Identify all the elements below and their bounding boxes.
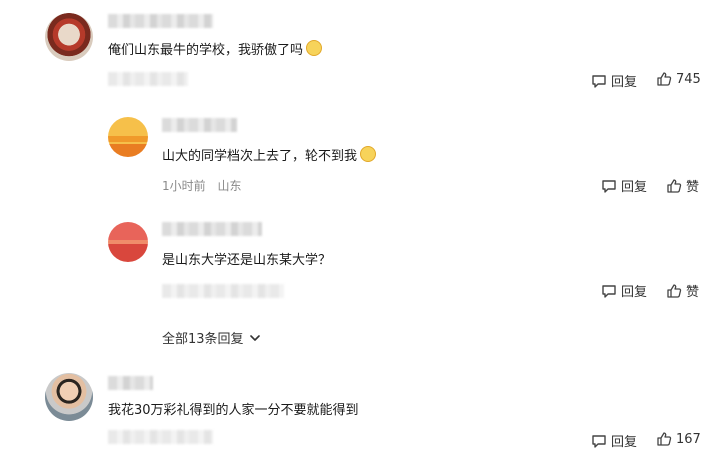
reply-label: 回复	[621, 285, 648, 300]
avatar[interactable]	[45, 373, 93, 421]
reply-label: 回复	[611, 75, 638, 90]
like-count: 167	[676, 431, 701, 447]
avatar[interactable]	[108, 117, 148, 157]
reply-button[interactable]: 回复	[591, 71, 637, 90]
comment-icon	[602, 179, 616, 193]
hidden-meta-blurred	[108, 72, 188, 86]
reply-label: 回复	[621, 180, 648, 195]
username-blurred[interactable]	[162, 222, 262, 236]
thumbs-up-icon	[667, 283, 682, 298]
comment-icon	[592, 434, 606, 448]
location: 山东	[217, 179, 242, 193]
expand-replies-button[interactable]: 全部13条回复	[162, 328, 262, 347]
reply-button[interactable]: 回复	[601, 281, 647, 300]
reply-label: 回复	[611, 435, 638, 450]
reply-button[interactable]: 回复	[591, 431, 637, 450]
thumbs-up-icon	[667, 178, 682, 193]
chevron-down-icon	[249, 334, 260, 341]
like-label: 赞	[686, 180, 700, 195]
avatar[interactable]	[108, 222, 148, 262]
comment-text: 我花30万彩礼得到的人家一分不要就能得到	[108, 403, 359, 418]
comment-text: 俺们山东最牛的学校，我骄傲了吗	[108, 40, 323, 60]
like-label: 赞	[686, 285, 700, 300]
avatar[interactable]	[45, 13, 93, 61]
username-blurred[interactable]	[108, 14, 213, 28]
comment-icon	[602, 284, 616, 298]
like-button[interactable]: 赞	[666, 281, 699, 300]
expand-replies-label: 全部13条回复	[162, 332, 244, 347]
timestamp: 1小时前	[162, 179, 206, 193]
like-button[interactable]: 赞	[666, 176, 699, 195]
comment-meta: 1小时前 山东	[162, 177, 241, 194]
like-count: 745	[676, 71, 701, 87]
hidden-meta-blurred	[162, 284, 284, 298]
hidden-meta-blurred	[108, 430, 213, 444]
comment-icon	[592, 74, 606, 88]
thumbs-up-icon	[657, 432, 672, 446]
username-blurred[interactable]	[162, 118, 237, 132]
reply-button[interactable]: 回复	[601, 176, 647, 195]
comment-text: 山大的同学档次上去了，轮不到我	[162, 146, 377, 166]
laughing-face-emoji-icon	[360, 146, 377, 162]
like-button[interactable]: 745	[656, 71, 701, 87]
comment-text: 是山东大学还是山东某大学？	[162, 253, 332, 268]
thumbs-up-icon	[657, 72, 672, 86]
like-button[interactable]: 167	[656, 431, 701, 447]
username-blurred[interactable]	[108, 376, 153, 390]
smiling-face-emoji-icon	[306, 40, 323, 56]
